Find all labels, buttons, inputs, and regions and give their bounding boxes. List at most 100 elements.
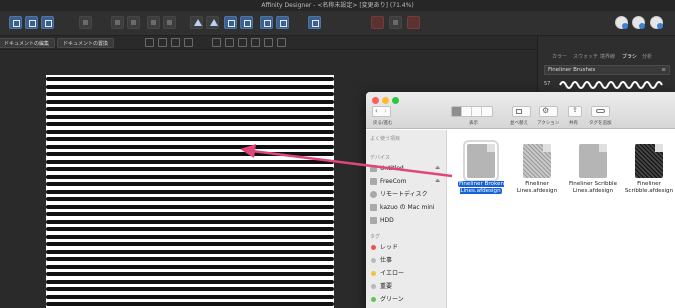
afdesign-file-icon[interactable] [463,140,499,182]
tab-swatches[interactable]: スウォッチ [573,52,598,62]
brush-stroke-line [46,107,334,111]
brush-stroke-line [46,122,334,126]
back-forward-button[interactable]: ‹ › [372,106,391,117]
devices-header: デバイス [370,155,390,161]
insert-target-icon[interactable] [308,16,321,29]
persona-pixel-icon[interactable] [25,16,38,29]
computer-icon [370,204,377,211]
drive-icon [370,165,377,172]
list-view-icon[interactable] [462,107,472,116]
transform-icon[interactable] [276,16,289,29]
action-button[interactable]: ⚙ [539,106,558,117]
view-mode-icon[interactable] [127,16,140,29]
boolean-icon[interactable] [407,16,420,29]
brush-stroke-line [46,99,334,104]
finder-sidebar: よく使う項目 デバイス Untitled ⏏ FreeCom ⏏ リモートディス… [366,130,447,308]
brush-category-select[interactable]: Fineliner Brushes ≡ [544,65,670,75]
eject-icon[interactable]: ⏏ [435,163,440,174]
close-icon[interactable] [372,97,379,104]
align-bottom-icon[interactable] [277,38,286,47]
sidebar-tag-work[interactable]: 仕事 [370,255,446,266]
afdesign-file-icon[interactable] [579,144,607,178]
edit-document-button[interactable]: ドキュメントの編集 [0,38,56,48]
brush-stroke-line [46,279,334,284]
column-view-icon[interactable] [472,107,482,116]
artboard[interactable] [46,75,334,308]
align-top-icon[interactable] [251,38,260,47]
view-mode-control[interactable] [451,106,493,117]
replace-document-button[interactable]: ドキュメントの置換 [57,38,115,48]
add-tag-button[interactable] [591,106,610,117]
align-middle-icon[interactable] [264,38,273,47]
icon-view-icon[interactable] [452,107,462,116]
flip-icon[interactable] [171,38,180,47]
brush-stroke-line [46,84,334,89]
sidebar-item-freecom[interactable]: FreeCom ⏏ [370,176,446,187]
tab-stroke[interactable]: 境界線 [600,52,615,62]
flip-horizontal-icon[interactable] [190,16,203,29]
sidebar-item-remote-disc[interactable]: リモートディスク [370,189,446,200]
eject-icon[interactable]: ⏏ [435,176,440,187]
menu-icon[interactable]: ≡ [661,66,666,74]
afdesign-file-icon[interactable] [523,144,551,178]
order-forward-icon[interactable] [163,16,176,29]
align-left-icon[interactable] [212,38,221,47]
duplicate-icon[interactable] [184,38,193,47]
file-item[interactable]: Fineliner Scribble Lines.afdesign [565,144,621,204]
brush-preview-stroke[interactable] [558,78,668,92]
sidebar-item-untitled[interactable]: Untitled ⏏ [370,163,446,174]
disc-icon [370,191,377,198]
sidebar-item-mac-mini[interactable]: kazuo の Mac mini [370,202,446,213]
file-name-selected[interactable]: Fineliner Broken Lines.afdesign [453,181,509,195]
persona-designer-icon[interactable] [9,16,22,29]
file-item[interactable]: Fineliner Broken Lines.afdesign [453,140,509,204]
preferences-icon[interactable] [650,16,663,29]
grid-icon [516,109,522,114]
snapping-toggle-icon[interactable] [371,16,384,29]
tag-icon [596,109,605,113]
minimize-icon[interactable] [382,97,389,104]
flip-vertical-icon[interactable] [206,16,219,29]
sidebar-tag-green[interactable]: グリーン [370,294,446,305]
geometry-icon[interactable] [389,16,402,29]
document-setup-icon[interactable] [79,16,92,29]
tab-analysis[interactable]: 分析 [642,52,652,62]
align-icon[interactable] [260,16,273,29]
rotate-left-icon[interactable] [224,16,237,29]
sidebar-tag-important[interactable]: 重要 [370,281,446,292]
afdesign-file-icon[interactable] [635,144,663,178]
persona-export-icon[interactable] [41,16,54,29]
gallery-view-icon[interactable] [482,107,492,116]
file-name[interactable]: Fineliner Scribble.afdesign [621,181,675,195]
file-item[interactable]: Fineliner Lines.afdesign [509,144,565,204]
transform-origin-icon[interactable] [145,38,154,47]
file-name[interactable]: Fineliner Scribble Lines.afdesign [565,181,621,195]
zoom-icon[interactable] [392,97,399,104]
brush-stroke-line [46,182,334,186]
align-center-icon[interactable] [225,38,234,47]
order-icon[interactable] [147,16,160,29]
gear-icon: ⚙ [542,106,550,115]
share-icon[interactable] [632,16,645,29]
sidebar-tag-red[interactable]: レッド [370,242,446,253]
align-right-icon[interactable] [238,38,247,47]
snapping-icon[interactable] [111,16,124,29]
tab-brushes[interactable]: ブラシ [622,52,637,62]
chevron-left-icon[interactable]: ‹ [375,107,378,116]
sidebar-item-hdd[interactable]: HDD [370,215,446,226]
sidebar-tag-yellow[interactable]: イエロー [370,268,446,279]
tab-color[interactable]: カラー [552,52,567,62]
view-label: 表示 [469,121,478,126]
file-name[interactable]: Fineliner Lines.afdesign [509,181,565,195]
share-button[interactable]: ⇪ [568,106,582,117]
file-item[interactable]: Fineliner Scribble.afdesign [621,144,675,204]
share-icon: ⇪ [572,106,578,114]
sidebar-item-label: 重要 [380,283,393,290]
sidebar-item-label: レッド [380,244,399,251]
rotate-right-icon[interactable] [240,16,253,29]
brush-stroke-line [46,249,334,254]
rotate-icon[interactable] [158,38,167,47]
arrange-button[interactable] [512,106,531,117]
chevron-right-icon[interactable]: › [384,107,387,116]
assistant-icon[interactable] [615,16,628,29]
